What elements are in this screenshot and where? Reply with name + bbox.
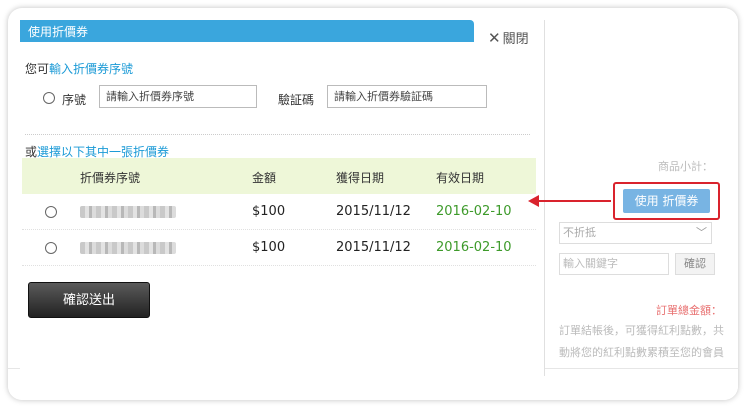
close-label: 關閉 [502,32,529,47]
cell-valid: 2016-02-10 [436,240,512,255]
serial-label: 序號 [62,93,87,107]
serial-input[interactable]: 請輸入折價券序號 [99,85,257,108]
header-serial: 折價券序號 [80,171,141,185]
header-obtained: 獲得日期 [336,171,385,185]
close-button[interactable]: ✕ 關閉 [488,28,529,47]
cell-obtained: 2015/11/12 [336,240,411,255]
table-header: 折價券序號 金額 獲得日期 有效日期 [22,158,536,194]
confirm-button[interactable]: 確認 [675,253,715,275]
option2-prefix: 或 [25,145,38,159]
subtotal-label: 商品小計： [658,160,713,173]
bonus-note-line1: 訂單結帳後，可獲得紅利點數，共 [559,324,724,337]
cell-amount: $100 [252,204,286,219]
keyword-input[interactable]: 輸入關鍵字 [559,253,669,275]
blurred-serial [80,242,176,254]
coupon-radio[interactable] [45,242,57,254]
coupon-radio[interactable] [45,206,57,218]
close-icon: ✕ [488,29,501,47]
use-coupon-highlight: 使用 折價券 [613,182,720,220]
use-coupon-button[interactable]: 使用 折價券 [623,189,710,213]
arrow-left-icon [528,195,539,207]
discount-select-value: 不折抵 [563,226,596,239]
option1-text: 您可輸入折價券序號 [25,60,133,77]
dialog-title: 使用折價券 [28,25,89,39]
order-total-label: 訂單總金額： [656,304,722,317]
cell-amount: $100 [252,240,286,255]
coupon-dialog: 使用折價券 ✕ 關閉 您可輸入折價券序號 序號 請輸入折價券序號 驗証碼 請輸入折… [20,20,545,376]
bonus-note-line2: 動將您的紅利點數累積至您的會員 [559,346,724,359]
submit-button[interactable]: 確認送出 [28,282,150,318]
table-row[interactable]: $100 2015/11/12 2016-02-10 [22,230,536,266]
verify-input[interactable]: 請輸入折價券驗証碼 [327,85,487,108]
option2-link[interactable]: 選擇以下其中一張折價券 [37,145,169,159]
table-row[interactable]: $100 2015/11/12 2016-02-10 [22,194,536,230]
header-amount: 金額 [252,171,277,185]
cell-obtained: 2015/11/12 [336,204,411,219]
page-frame: 商品小計： 使用 折價券 不折抵 ﹀ 輸入關鍵字 確認 訂單總金額： 訂單結帳後… [8,8,738,400]
option1-prefix: 您可 [25,62,50,76]
verify-label: 驗証碼 [278,93,315,107]
annotation-arrow [538,200,611,202]
blurred-serial [80,206,176,218]
divider [25,134,530,135]
cell-valid: 2016-02-10 [436,204,512,219]
option1-link[interactable]: 輸入折價券序號 [49,62,133,76]
serial-radio[interactable] [43,92,55,104]
chevron-down-icon: ﹀ [696,226,707,239]
coupon-table: 折價券序號 金額 獲得日期 有效日期 $100 2015/11/12 2016-… [22,158,536,266]
dialog-header: 使用折價券 [20,20,474,42]
header-valid: 有效日期 [436,171,485,185]
discount-select[interactable]: 不折抵 ﹀ [559,222,712,244]
